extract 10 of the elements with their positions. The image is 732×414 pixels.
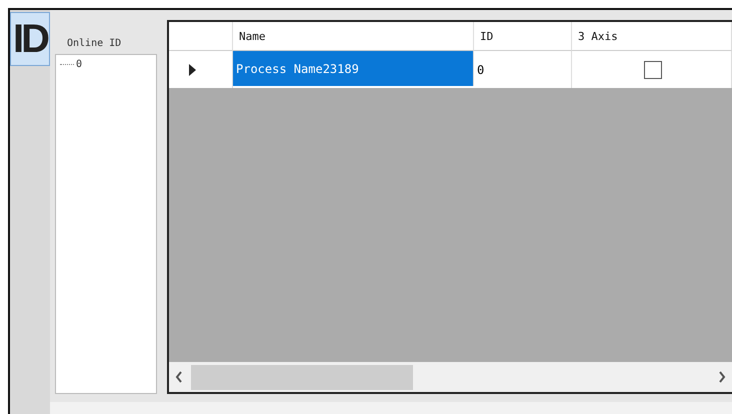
table-cell: 0: [474, 51, 572, 88]
scroll-left-icon[interactable]: [175, 371, 183, 384]
scroll-right-icon[interactable]: [718, 371, 726, 384]
panel-title: Online ID: [66, 37, 122, 51]
scroll-thumb[interactable]: [191, 364, 413, 390]
checkbox[interactable]: [644, 60, 662, 78]
table-cell: Process Name23189: [233, 51, 474, 86]
horizontal-scrollbar[interactable]: [169, 362, 732, 392]
tree-item[interactable]: 0: [60, 59, 152, 70]
id-tab[interactable]: ID: [10, 12, 50, 66]
